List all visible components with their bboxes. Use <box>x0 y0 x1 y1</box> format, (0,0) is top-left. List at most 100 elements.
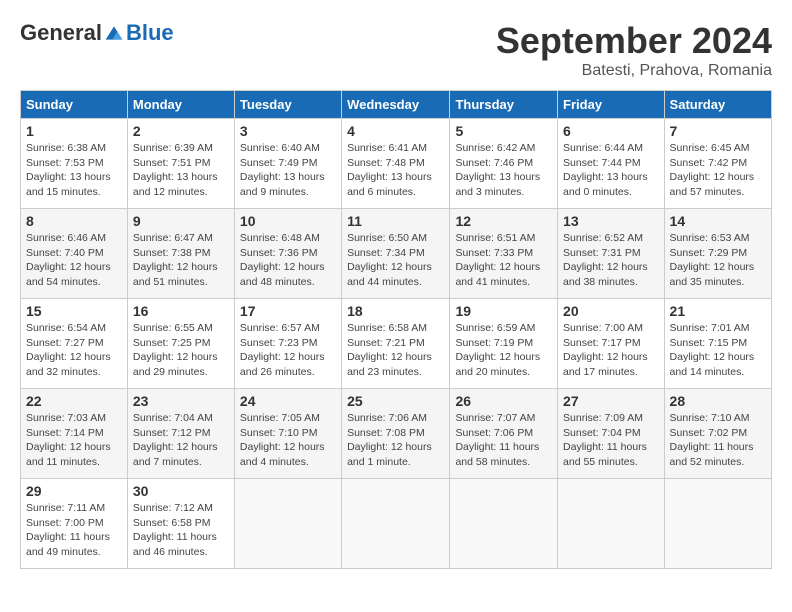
calendar-week-row: 29 Sunrise: 7:11 AM Sunset: 7:00 PM Dayl… <box>21 479 772 569</box>
day-info: Sunrise: 6:59 AM Sunset: 7:19 PM Dayligh… <box>455 321 552 380</box>
day-number: 24 <box>240 393 336 409</box>
day-info: Sunrise: 7:10 AM Sunset: 7:02 PM Dayligh… <box>670 411 766 470</box>
day-cell: 28 Sunrise: 7:10 AM Sunset: 7:02 PM Dayl… <box>664 389 771 479</box>
day-cell: 23 Sunrise: 7:04 AM Sunset: 7:12 PM Dayl… <box>127 389 234 479</box>
col-wednesday: Wednesday <box>342 91 450 119</box>
day-cell: 14 Sunrise: 6:53 AM Sunset: 7:29 PM Dayl… <box>664 209 771 299</box>
day-info: Sunrise: 6:53 AM Sunset: 7:29 PM Dayligh… <box>670 231 766 290</box>
day-number: 8 <box>26 213 122 229</box>
day-number: 19 <box>455 303 552 319</box>
day-info: Sunrise: 6:50 AM Sunset: 7:34 PM Dayligh… <box>347 231 444 290</box>
day-cell: 20 Sunrise: 7:00 AM Sunset: 7:17 PM Dayl… <box>558 299 665 389</box>
day-cell: 30 Sunrise: 7:12 AM Sunset: 6:58 PM Dayl… <box>127 479 234 569</box>
day-number: 26 <box>455 393 552 409</box>
day-cell: 13 Sunrise: 6:52 AM Sunset: 7:31 PM Dayl… <box>558 209 665 299</box>
day-number: 3 <box>240 123 336 139</box>
day-number: 17 <box>240 303 336 319</box>
day-number: 20 <box>563 303 659 319</box>
day-number: 13 <box>563 213 659 229</box>
day-info: Sunrise: 6:40 AM Sunset: 7:49 PM Dayligh… <box>240 141 336 200</box>
day-number: 16 <box>133 303 229 319</box>
day-cell: 19 Sunrise: 6:59 AM Sunset: 7:19 PM Dayl… <box>450 299 558 389</box>
day-info: Sunrise: 6:48 AM Sunset: 7:36 PM Dayligh… <box>240 231 336 290</box>
day-info: Sunrise: 6:39 AM Sunset: 7:51 PM Dayligh… <box>133 141 229 200</box>
day-info: Sunrise: 6:47 AM Sunset: 7:38 PM Dayligh… <box>133 231 229 290</box>
calendar-week-row: 8 Sunrise: 6:46 AM Sunset: 7:40 PM Dayli… <box>21 209 772 299</box>
day-cell: 17 Sunrise: 6:57 AM Sunset: 7:23 PM Dayl… <box>234 299 341 389</box>
day-cell: 24 Sunrise: 7:05 AM Sunset: 7:10 PM Dayl… <box>234 389 341 479</box>
day-cell: 27 Sunrise: 7:09 AM Sunset: 7:04 PM Dayl… <box>558 389 665 479</box>
day-cell: 21 Sunrise: 7:01 AM Sunset: 7:15 PM Dayl… <box>664 299 771 389</box>
col-tuesday: Tuesday <box>234 91 341 119</box>
day-cell: 8 Sunrise: 6:46 AM Sunset: 7:40 PM Dayli… <box>21 209 128 299</box>
day-info: Sunrise: 7:07 AM Sunset: 7:06 PM Dayligh… <box>455 411 552 470</box>
day-cell: 29 Sunrise: 7:11 AM Sunset: 7:00 PM Dayl… <box>21 479 128 569</box>
calendar-header-row: Sunday Monday Tuesday Wednesday Thursday… <box>21 91 772 119</box>
day-number: 5 <box>455 123 552 139</box>
day-number: 7 <box>670 123 766 139</box>
day-cell: 7 Sunrise: 6:45 AM Sunset: 7:42 PM Dayli… <box>664 119 771 209</box>
logo-general: General <box>20 20 102 46</box>
day-number: 23 <box>133 393 229 409</box>
day-info: Sunrise: 7:06 AM Sunset: 7:08 PM Dayligh… <box>347 411 444 470</box>
day-info: Sunrise: 6:42 AM Sunset: 7:46 PM Dayligh… <box>455 141 552 200</box>
day-number: 29 <box>26 483 122 499</box>
day-cell: 15 Sunrise: 6:54 AM Sunset: 7:27 PM Dayl… <box>21 299 128 389</box>
day-number: 10 <box>240 213 336 229</box>
col-sunday: Sunday <box>21 91 128 119</box>
day-info: Sunrise: 7:05 AM Sunset: 7:10 PM Dayligh… <box>240 411 336 470</box>
day-number: 18 <box>347 303 444 319</box>
day-number: 4 <box>347 123 444 139</box>
empty-day-cell <box>664 479 771 569</box>
day-number: 12 <box>455 213 552 229</box>
calendar-week-row: 15 Sunrise: 6:54 AM Sunset: 7:27 PM Dayl… <box>21 299 772 389</box>
day-cell: 22 Sunrise: 7:03 AM Sunset: 7:14 PM Dayl… <box>21 389 128 479</box>
day-info: Sunrise: 6:45 AM Sunset: 7:42 PM Dayligh… <box>670 141 766 200</box>
day-number: 30 <box>133 483 229 499</box>
day-cell: 18 Sunrise: 6:58 AM Sunset: 7:21 PM Dayl… <box>342 299 450 389</box>
day-cell: 9 Sunrise: 6:47 AM Sunset: 7:38 PM Dayli… <box>127 209 234 299</box>
day-cell: 6 Sunrise: 6:44 AM Sunset: 7:44 PM Dayli… <box>558 119 665 209</box>
empty-day-cell <box>558 479 665 569</box>
empty-day-cell <box>450 479 558 569</box>
day-info: Sunrise: 6:51 AM Sunset: 7:33 PM Dayligh… <box>455 231 552 290</box>
day-info: Sunrise: 6:46 AM Sunset: 7:40 PM Dayligh… <box>26 231 122 290</box>
day-number: 6 <box>563 123 659 139</box>
logo-icon <box>104 23 124 43</box>
day-number: 15 <box>26 303 122 319</box>
day-info: Sunrise: 6:41 AM Sunset: 7:48 PM Dayligh… <box>347 141 444 200</box>
col-saturday: Saturday <box>664 91 771 119</box>
logo: General Blue <box>20 20 174 46</box>
day-info: Sunrise: 6:57 AM Sunset: 7:23 PM Dayligh… <box>240 321 336 380</box>
day-info: Sunrise: 7:09 AM Sunset: 7:04 PM Dayligh… <box>563 411 659 470</box>
day-number: 1 <box>26 123 122 139</box>
empty-day-cell <box>342 479 450 569</box>
day-info: Sunrise: 7:11 AM Sunset: 7:00 PM Dayligh… <box>26 501 122 560</box>
day-number: 2 <box>133 123 229 139</box>
day-cell: 4 Sunrise: 6:41 AM Sunset: 7:48 PM Dayli… <box>342 119 450 209</box>
day-info: Sunrise: 7:00 AM Sunset: 7:17 PM Dayligh… <box>563 321 659 380</box>
col-friday: Friday <box>558 91 665 119</box>
day-info: Sunrise: 7:03 AM Sunset: 7:14 PM Dayligh… <box>26 411 122 470</box>
day-cell: 12 Sunrise: 6:51 AM Sunset: 7:33 PM Dayl… <box>450 209 558 299</box>
day-number: 21 <box>670 303 766 319</box>
calendar-table: Sunday Monday Tuesday Wednesday Thursday… <box>20 90 772 569</box>
col-monday: Monday <box>127 91 234 119</box>
day-cell: 5 Sunrise: 6:42 AM Sunset: 7:46 PM Dayli… <box>450 119 558 209</box>
title-block: September 2024 Batesti, Prahova, Romania <box>496 20 772 80</box>
day-info: Sunrise: 6:55 AM Sunset: 7:25 PM Dayligh… <box>133 321 229 380</box>
day-cell: 2 Sunrise: 6:39 AM Sunset: 7:51 PM Dayli… <box>127 119 234 209</box>
day-cell: 11 Sunrise: 6:50 AM Sunset: 7:34 PM Dayl… <box>342 209 450 299</box>
day-cell: 10 Sunrise: 6:48 AM Sunset: 7:36 PM Dayl… <box>234 209 341 299</box>
day-number: 14 <box>670 213 766 229</box>
day-info: Sunrise: 6:54 AM Sunset: 7:27 PM Dayligh… <box>26 321 122 380</box>
location-title: Batesti, Prahova, Romania <box>496 62 772 80</box>
day-info: Sunrise: 7:01 AM Sunset: 7:15 PM Dayligh… <box>670 321 766 380</box>
day-info: Sunrise: 6:58 AM Sunset: 7:21 PM Dayligh… <box>347 321 444 380</box>
day-cell: 26 Sunrise: 7:07 AM Sunset: 7:06 PM Dayl… <box>450 389 558 479</box>
day-number: 11 <box>347 213 444 229</box>
day-info: Sunrise: 6:52 AM Sunset: 7:31 PM Dayligh… <box>563 231 659 290</box>
logo-blue: Blue <box>126 20 174 46</box>
calendar-week-row: 22 Sunrise: 7:03 AM Sunset: 7:14 PM Dayl… <box>21 389 772 479</box>
calendar-week-row: 1 Sunrise: 6:38 AM Sunset: 7:53 PM Dayli… <box>21 119 772 209</box>
